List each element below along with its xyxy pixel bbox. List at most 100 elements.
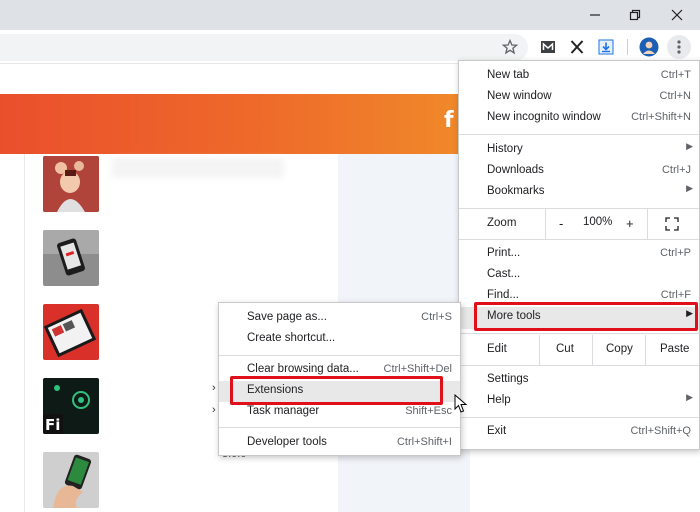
menu-item-developer-tools[interactable]: Developer tools Ctrl+Shift+I <box>219 433 460 454</box>
thumbnail-wifi-image: Fi <box>43 378 99 434</box>
menu-item-find[interactable]: Find... Ctrl+F <box>459 286 699 307</box>
menu-item-label: Downloads <box>487 164 544 176</box>
menu-item-shortcut: Ctrl+N <box>659 90 691 102</box>
zoom-cell-divider <box>545 209 546 239</box>
menu-item-new-window[interactable]: New window Ctrl+N <box>459 87 699 108</box>
menu-zoom-row: Zoom - 100% + <box>459 209 699 239</box>
menu-item-label: Clear browsing data... <box>247 363 359 375</box>
menu-item-bookmarks[interactable]: Bookmarks ▶ <box>459 182 699 203</box>
menu-item-shortcut: Ctrl+Shift+Del <box>383 363 452 375</box>
star-glyph <box>502 39 518 55</box>
more-vert-icon[interactable] <box>667 35 691 59</box>
menu-divider <box>459 417 699 418</box>
article-thumbnail[interactable] <box>43 230 99 286</box>
menu-divider <box>459 239 699 240</box>
menu-item-history[interactable]: History ▶ <box>459 140 699 161</box>
edit-cell-divider <box>592 335 593 365</box>
menu-item-shortcut: Ctrl+J <box>661 164 691 176</box>
menu-item-help[interactable]: Help ▶ <box>459 391 699 412</box>
menu-item-new-incognito-window[interactable]: New incognito window Ctrl+Shift+N <box>459 108 699 129</box>
article-thumbnail[interactable] <box>43 304 99 360</box>
close-icon[interactable] <box>657 0 697 30</box>
menu-item-task-manager[interactable]: Task manager Shift+Esc <box>219 402 460 423</box>
svg-text:Fi: Fi <box>45 416 60 434</box>
menu-item-downloads[interactable]: Downloads Ctrl+J <box>459 161 699 182</box>
text-fragment: › <box>212 404 216 416</box>
menu-item-label: Help <box>487 394 511 406</box>
chevron-right-icon: ▶ <box>686 141 693 151</box>
thumbnail-hand-phone-image <box>43 452 99 508</box>
article-thumbnail[interactable] <box>43 156 99 212</box>
restore-icon[interactable] <box>615 0 655 30</box>
menu-item-save-page[interactable]: Save page as... Ctrl+S <box>219 308 460 329</box>
menu-item-new-tab[interactable]: New tab Ctrl+T <box>459 66 699 87</box>
menu-item-label: New window <box>487 90 552 102</box>
menu-item-label: Settings <box>487 373 529 385</box>
menu-item-shortcut: Ctrl+Shift+N <box>631 111 691 123</box>
address-bar[interactable] <box>0 34 528 61</box>
menu-item-shortcut: Ctrl+T <box>660 69 691 81</box>
x-extension-icon[interactable] <box>564 35 590 59</box>
menu-item-settings[interactable]: Settings <box>459 370 699 391</box>
chevron-right-icon: ▶ <box>686 183 693 193</box>
edit-cell-divider <box>539 335 540 365</box>
menu-divider <box>459 134 699 135</box>
menu-item-print[interactable]: Print... Ctrl+P <box>459 244 699 265</box>
close-glyph <box>671 9 683 21</box>
blurred-title-text <box>112 158 284 178</box>
thumbnail-phone-image <box>43 230 99 286</box>
menu-item-create-shortcut[interactable]: Create shortcut... <box>219 329 460 350</box>
content-divider <box>24 154 25 512</box>
zoom-label: Zoom <box>487 217 517 229</box>
menu-item-label: New incognito window <box>487 111 601 123</box>
menu-item-shortcut: Ctrl+Shift+I <box>396 436 452 448</box>
menu-item-label: Find... <box>487 289 519 301</box>
menu-edit-row: Edit Cut Copy Paste <box>459 335 699 365</box>
menu-item-label: More tools <box>487 310 541 322</box>
cut-button[interactable]: Cut <box>556 343 574 355</box>
menu-item-cast[interactable]: Cast... <box>459 265 699 286</box>
site-brand-glyph[interactable]: f <box>444 108 454 133</box>
star-icon[interactable] <box>497 35 523 59</box>
zoom-level-value: 100% <box>583 216 613 228</box>
chevron-right-icon: ▶ <box>686 392 693 402</box>
thumbnail-tablet-image <box>43 304 99 360</box>
x-extension-glyph <box>570 40 584 54</box>
mouse-cursor-icon <box>454 393 468 414</box>
menu-item-label: Extensions <box>247 384 304 396</box>
menu-item-label: Developer tools <box>247 436 327 448</box>
minimize-glyph <box>590 14 600 16</box>
paste-button[interactable]: Paste <box>660 343 689 355</box>
thumbnail-concert-image <box>43 156 99 212</box>
restore-glyph <box>629 9 641 21</box>
zoom-in-button[interactable]: + <box>626 216 634 231</box>
edit-cell-divider <box>645 335 646 365</box>
fullscreen-icon[interactable] <box>665 217 679 234</box>
menu-item-label: Exit <box>487 425 507 437</box>
menu-divider <box>459 333 699 334</box>
menu-item-label: Bookmarks <box>487 185 545 197</box>
m-extension-icon[interactable] <box>535 35 561 59</box>
copy-button[interactable]: Copy <box>606 343 633 355</box>
browser-toolbar <box>0 30 700 64</box>
menu-item-shortcut: Ctrl+F <box>660 289 691 301</box>
menu-divider <box>219 355 460 356</box>
zoom-out-button[interactable]: - <box>559 216 563 231</box>
menu-item-exit[interactable]: Exit Ctrl+Shift+Q <box>459 422 699 443</box>
fullscreen-glyph <box>665 217 679 231</box>
m-extension-glyph <box>541 41 555 53</box>
download-extension-icon[interactable] <box>593 35 619 59</box>
menu-item-shortcut: Ctrl+P <box>660 247 691 259</box>
menu-item-label: Create shortcut... <box>247 332 336 344</box>
menu-item-more-tools[interactable]: More tools ▶ <box>459 307 699 329</box>
menu-item-extensions[interactable]: Extensions <box>219 381 460 402</box>
minimize-icon[interactable] <box>575 0 615 30</box>
toolbar-divider <box>627 39 628 55</box>
download-extension-glyph <box>598 39 614 55</box>
article-thumbnail[interactable]: Fi <box>43 378 99 434</box>
mouse-cursor-glyph <box>454 393 468 413</box>
article-thumbnail[interactable] <box>43 452 99 508</box>
menu-item-clear-browsing-data[interactable]: Clear browsing data... Ctrl+Shift+Del <box>219 360 460 381</box>
more-tools-submenu: Save page as... Ctrl+S Create shortcut..… <box>218 302 461 456</box>
profile-avatar-icon[interactable] <box>636 35 662 59</box>
